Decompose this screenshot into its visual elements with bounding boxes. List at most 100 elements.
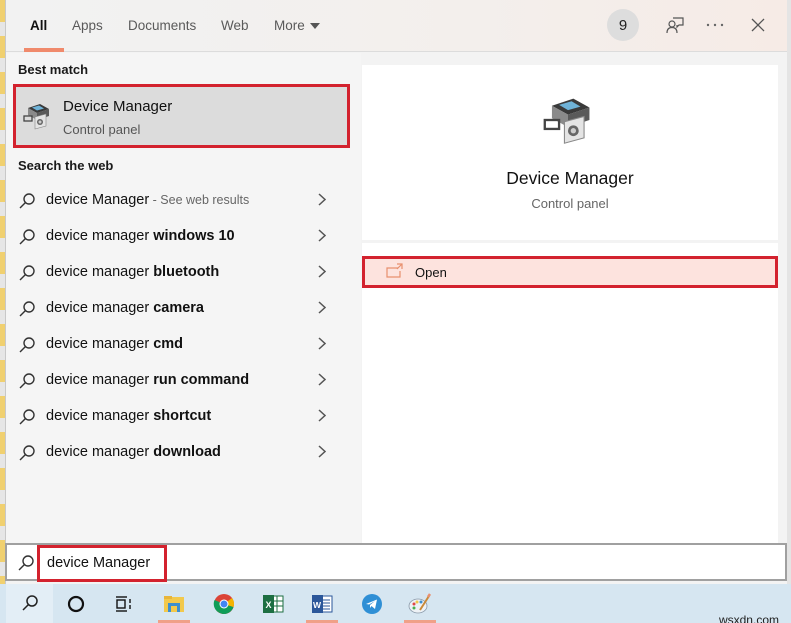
suggestion-bold: cmd — [153, 336, 184, 352]
chrome-button[interactable] — [201, 584, 247, 623]
taskbar-search-button[interactable] — [6, 584, 53, 623]
best-match-subtitle: Control panel — [63, 122, 141, 137]
open-external-icon — [386, 263, 404, 284]
web-suggestion-text: device Manager - See web results — [46, 192, 249, 208]
suggestion-bold: bluetooth — [153, 264, 220, 280]
excel-button[interactable]: X — [250, 584, 296, 623]
search-icon — [18, 300, 36, 323]
chevron-right-icon[interactable] — [318, 301, 327, 319]
best-match-title: Device Manager — [63, 98, 173, 115]
search-web-heading: Search the web — [18, 158, 114, 173]
results-list: Best match Device Manager Control panel … — [6, 53, 361, 543]
watermark: wsxdn.com — [718, 613, 779, 623]
close-icon[interactable] — [746, 13, 770, 37]
caret-down-icon — [309, 23, 320, 30]
rewards-badge[interactable]: 9 — [607, 9, 639, 41]
web-suggestion-text: device manager camera — [46, 300, 204, 316]
device-manager-large-icon — [538, 95, 598, 150]
suggestion-bold: run command — [153, 372, 250, 388]
tab-more-label: More — [274, 18, 305, 33]
file-explorer-button[interactable] — [151, 584, 197, 623]
search-icon — [18, 336, 36, 359]
chevron-right-icon[interactable] — [318, 337, 327, 355]
web-suggestion-text: device manager download — [46, 444, 221, 460]
chevron-right-icon[interactable] — [318, 373, 327, 391]
web-suggestion-item[interactable]: device manager camera — [6, 290, 351, 326]
preview-subtitle: Control panel — [531, 196, 609, 211]
suggestion-prefix: device manager — [46, 300, 154, 316]
word-icon: W — [312, 594, 333, 613]
telegram-icon — [362, 593, 382, 614]
word-button[interactable]: W — [299, 584, 345, 623]
paint-button[interactable] — [397, 584, 443, 623]
suggestion-prefix: device manager — [46, 372, 154, 388]
web-suggestion-text: device manager windows 10 — [46, 228, 235, 244]
search-icon — [17, 554, 35, 577]
search-icon — [18, 264, 36, 287]
suggestion-bold: camera — [153, 300, 204, 316]
cortana-button[interactable] — [53, 584, 99, 623]
web-suggestion-item[interactable]: device manager bluetooth — [6, 254, 351, 290]
web-suggestion-item[interactable]: device manager run command — [6, 362, 351, 398]
suggestion-prefix: device manager — [46, 444, 154, 460]
active-tab-indicator — [24, 48, 64, 52]
desktop-background-right — [787, 0, 791, 590]
suggestion-bold: download — [153, 444, 221, 460]
open-label: Open — [415, 265, 447, 280]
actions-pane — [362, 243, 778, 543]
search-icon — [18, 444, 36, 467]
task-view-icon — [116, 595, 131, 612]
chevron-right-icon[interactable] — [318, 409, 327, 427]
web-suggestion-item[interactable]: device manager shortcut — [6, 398, 351, 434]
excel-icon: X — [263, 594, 284, 613]
file-explorer-icon — [164, 595, 184, 612]
cortana-icon — [67, 595, 85, 612]
paint-icon — [408, 592, 432, 613]
telegram-button[interactable] — [349, 584, 395, 623]
svg-text:X: X — [266, 600, 272, 610]
search-panel: All Apps Documents Web More 9 Best match — [5, 0, 787, 584]
search-input[interactable]: device Manager — [37, 545, 167, 582]
web-suggestion-item[interactable]: device manager cmd — [6, 326, 351, 362]
web-suggestion-text: device manager bluetooth — [46, 264, 219, 280]
tab-web[interactable]: Web — [221, 18, 249, 33]
suggestion-bold: windows 10 — [153, 228, 235, 244]
chevron-right-icon[interactable] — [318, 193, 327, 211]
suggestion-prefix: device Manager — [46, 192, 150, 208]
suggestion-prefix: device manager — [46, 264, 154, 280]
web-suggestion-item[interactable]: device manager download — [6, 434, 351, 470]
tab-all[interactable]: All — [30, 18, 47, 33]
web-suggestion-item[interactable]: device manager windows 10 — [6, 218, 351, 254]
search-icon — [18, 408, 36, 431]
suggestion-hint: - See web results — [149, 193, 250, 207]
task-view-button[interactable] — [101, 584, 147, 623]
suggestion-prefix: device manager — [46, 408, 154, 424]
chevron-right-icon[interactable] — [318, 229, 327, 247]
tab-apps[interactable]: Apps — [72, 18, 103, 33]
preview-card: Device Manager Control panel — [362, 65, 778, 240]
search-bar: device Manager — [5, 543, 787, 582]
suggestion-prefix: device manager — [46, 228, 154, 244]
taskbar-search-icon — [21, 594, 39, 617]
web-suggestion-item[interactable]: device Manager - See web results — [6, 182, 351, 218]
chevron-right-icon[interactable] — [318, 265, 327, 283]
web-suggestion-text: device manager run command — [46, 372, 249, 388]
search-icon — [18, 192, 36, 215]
preview-title: Device Manager — [506, 168, 634, 188]
suggestion-prefix: device manager — [46, 336, 154, 352]
web-suggestion-text: device manager cmd — [46, 336, 183, 352]
search-icon — [18, 372, 36, 395]
device-manager-icon — [22, 102, 52, 135]
search-icon — [18, 228, 36, 251]
open-button[interactable]: Open — [362, 256, 778, 288]
feedback-person-icon[interactable] — [663, 13, 687, 37]
chevron-right-icon[interactable] — [318, 445, 327, 463]
tab-documents[interactable]: Documents — [128, 18, 196, 33]
web-suggestion-text: device manager shortcut — [46, 408, 211, 424]
chrome-icon — [213, 593, 234, 614]
ellipsis-icon[interactable] — [703, 13, 727, 37]
best-match-heading: Best match — [18, 62, 89, 77]
best-match-result[interactable]: Device Manager Control panel — [13, 84, 350, 148]
filter-tabs-bar: All Apps Documents Web More 9 — [6, 0, 787, 52]
tab-more[interactable]: More — [274, 18, 320, 33]
